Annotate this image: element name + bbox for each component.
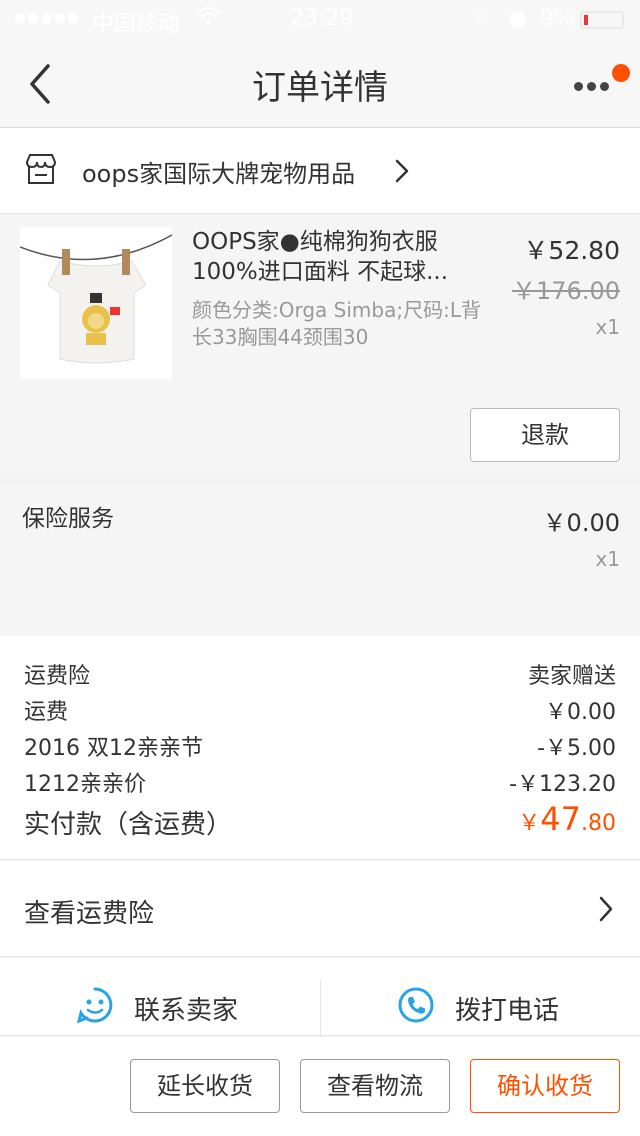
product-item[interactable]: OOPS家●纯棉狗狗衣服100%进口面料 不起球... 颜色分类:Orga Si… xyxy=(0,215,640,479)
paid-decimal: .80 xyxy=(581,811,616,836)
chevron-right-icon xyxy=(394,158,410,184)
summary-value: ￥0.00 xyxy=(545,700,616,725)
signal-icon: ●●●●● xyxy=(14,10,81,26)
summary-row: 运费 ￥0.00 xyxy=(24,694,616,728)
summary-label: 运费 xyxy=(24,700,69,725)
store-icon xyxy=(24,152,58,186)
shop-name: oops家国际大牌宠物用品 xyxy=(82,160,356,188)
contact-bar: 联系卖家 拨打电话 xyxy=(0,958,640,1036)
summary-label: 运费险 xyxy=(24,664,91,689)
extend-receipt-button[interactable]: 延长收货 xyxy=(130,1059,280,1113)
product-quantity: x1 xyxy=(595,315,620,339)
summary-value: -￥123.20 xyxy=(509,772,616,797)
view-freight-insurance-row[interactable]: 查看运费险 xyxy=(0,861,640,957)
phone-icon xyxy=(397,986,435,1024)
battery-percent: 9% xyxy=(540,6,575,31)
product-original-price: ￥176.00 xyxy=(512,277,620,305)
moon-icon: ☾ xyxy=(474,6,494,31)
paid-label: 实付款（含运费） xyxy=(24,810,233,840)
summary-value: -￥5.00 xyxy=(537,736,616,761)
more-dots-icon[interactable] xyxy=(574,76,616,91)
insurance-item: 保险服务 ￥0.00 x1 xyxy=(0,485,640,635)
product-price: ￥52.80 xyxy=(523,236,620,265)
chevron-right-icon xyxy=(598,895,614,923)
summary-label: 2016 双12亲亲节 xyxy=(24,736,203,761)
nav-bar: 订单详情 xyxy=(0,40,640,128)
paid-amount-row: 实付款（含运费） ￥47.80 xyxy=(24,800,616,844)
paid-amount: ￥47.80 xyxy=(518,800,616,838)
contact-seller-label: 联系卖家 xyxy=(134,996,239,1026)
order-summary: 运费险 卖家赠送 运费 ￥0.00 2016 双12亲亲节 -￥5.00 121… xyxy=(0,636,640,860)
summary-row: 2016 双12亲亲节 -￥5.00 xyxy=(24,730,616,764)
page-title: 订单详情 xyxy=(252,68,388,108)
summary-row: 1212亲亲价 -￥123.20 xyxy=(24,766,616,800)
product-image xyxy=(20,227,172,379)
notification-dot xyxy=(612,64,630,82)
carrier-label: 中国移动 xyxy=(92,12,181,37)
paid-integer: 47 xyxy=(540,800,581,838)
refund-button[interactable]: 退款 xyxy=(470,408,620,462)
product-sku: 颜色分类:Orga Simba;尺码:L背长33胸围44颈围30 xyxy=(192,298,481,349)
status-time: 23:29 xyxy=(290,6,354,31)
freight-insurance-label: 查看运费险 xyxy=(24,899,155,929)
shop-row[interactable]: oops家国际大牌宠物用品 xyxy=(0,128,640,214)
confirm-receipt-button[interactable]: 确认收货 xyxy=(470,1059,620,1113)
summary-row: 运费险 卖家赠送 xyxy=(24,658,616,692)
status-bar: ●●●●● 中国移动 23:29 ☾ ● 9% xyxy=(0,0,640,40)
insurance-price: ￥0.00 xyxy=(542,509,620,537)
paid-currency: ￥ xyxy=(518,811,541,836)
view-logistics-button[interactable]: 查看物流 xyxy=(300,1059,450,1113)
summary-label: 1212亲亲价 xyxy=(24,772,146,797)
rotation-lock-icon: ● xyxy=(508,6,528,31)
insurance-label: 保险服务 xyxy=(22,506,114,532)
contact-seller-button[interactable]: 联系卖家 xyxy=(0,958,320,1036)
action-bar: 延长收货 查看物流 确认收货 xyxy=(0,1037,640,1136)
insurance-quantity: x1 xyxy=(595,547,620,571)
product-title: OOPS家●纯棉狗狗衣服100%进口面料 不起球... xyxy=(192,229,448,285)
chat-face-icon xyxy=(76,986,114,1024)
wifi-icon xyxy=(196,5,222,33)
call-phone-button[interactable]: 拨打电话 xyxy=(320,980,640,1036)
call-phone-label: 拨打电话 xyxy=(455,996,560,1026)
battery-icon xyxy=(580,11,624,29)
summary-value: 卖家赠送 xyxy=(527,664,616,689)
